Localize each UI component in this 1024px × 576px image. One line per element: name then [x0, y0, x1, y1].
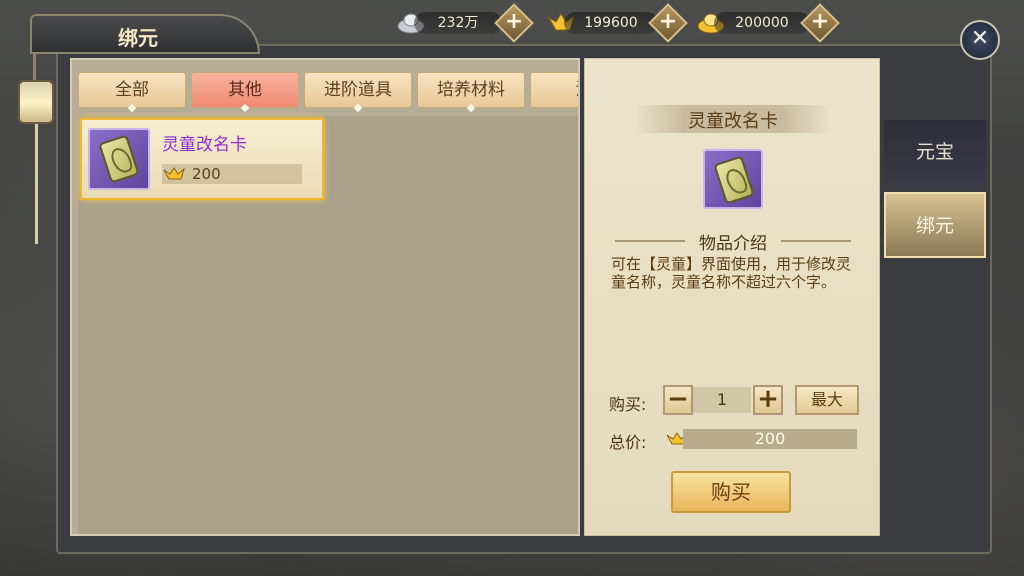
total-price-bar: 200 [683, 429, 857, 449]
gold-amount: 199600 [564, 12, 658, 34]
item-description: 可在【灵童】界面使用，用于修改灵童名称，灵童名称不超过六个字。 [611, 255, 852, 291]
tab-other[interactable]: 其他 [191, 72, 299, 112]
silver-amount: 232万 [414, 12, 502, 34]
gold-currency: 199600 + [546, 3, 688, 43]
list-item[interactable]: 灵童改名卡 200 [80, 118, 324, 200]
window-title-plate: 绑元 [30, 14, 260, 54]
lantern-tassel [35, 124, 38, 244]
decrease-quantity-button[interactable]: − [663, 385, 693, 415]
item-detail-panel: 灵童改名卡 物品介绍 可在【灵童】界面使用，用于修改灵童名称，灵童名称不超过六个… [584, 58, 880, 536]
quantity-field[interactable]: 1 [693, 387, 751, 413]
gold-ingot-icon [163, 167, 185, 180]
item-price-bar: 200 [162, 164, 302, 184]
rename-card-icon [88, 128, 150, 190]
side-tab-bound-yuanbao[interactable]: 绑元 [884, 192, 986, 258]
yuanbao-currency: 200000 + [696, 3, 840, 43]
max-quantity-button[interactable]: 最大 [795, 385, 859, 415]
buy-button[interactable]: 购买 [671, 471, 791, 513]
item-price: 200 [192, 165, 221, 183]
item-grid: 灵童改名卡 200 [78, 116, 578, 534]
window-title: 绑元 [118, 26, 158, 50]
total-price: 200 [754, 429, 786, 448]
item-list-panel: 全部 其他 进阶道具 培养材料 消 灵童改名卡 200 [70, 58, 580, 536]
divider [781, 240, 851, 242]
category-tabs: 全部 其他 进阶道具 培养材料 消 [78, 72, 578, 112]
detail-title: 灵童改名卡 [688, 111, 778, 132]
total-label: 总价: [609, 433, 647, 452]
rename-card-icon [703, 149, 763, 209]
quantity-label: 购买: [609, 395, 647, 414]
tab-training-materials[interactable]: 培养材料 [417, 72, 525, 112]
side-tab-yuanbao[interactable]: 元宝 [884, 120, 986, 186]
close-button[interactable]: ✕ [960, 20, 1000, 60]
lantern-icon [18, 80, 54, 124]
tab-consumables[interactable]: 消 [530, 72, 578, 108]
tab-all[interactable]: 全部 [78, 72, 186, 112]
tab-advance-items[interactable]: 进阶道具 [304, 72, 412, 112]
yuanbao-amount: 200000 [714, 12, 810, 34]
increase-quantity-button[interactable]: + [753, 385, 783, 415]
item-name: 灵童改名卡 [162, 135, 247, 155]
silver-currency: 232万 + [396, 3, 534, 43]
